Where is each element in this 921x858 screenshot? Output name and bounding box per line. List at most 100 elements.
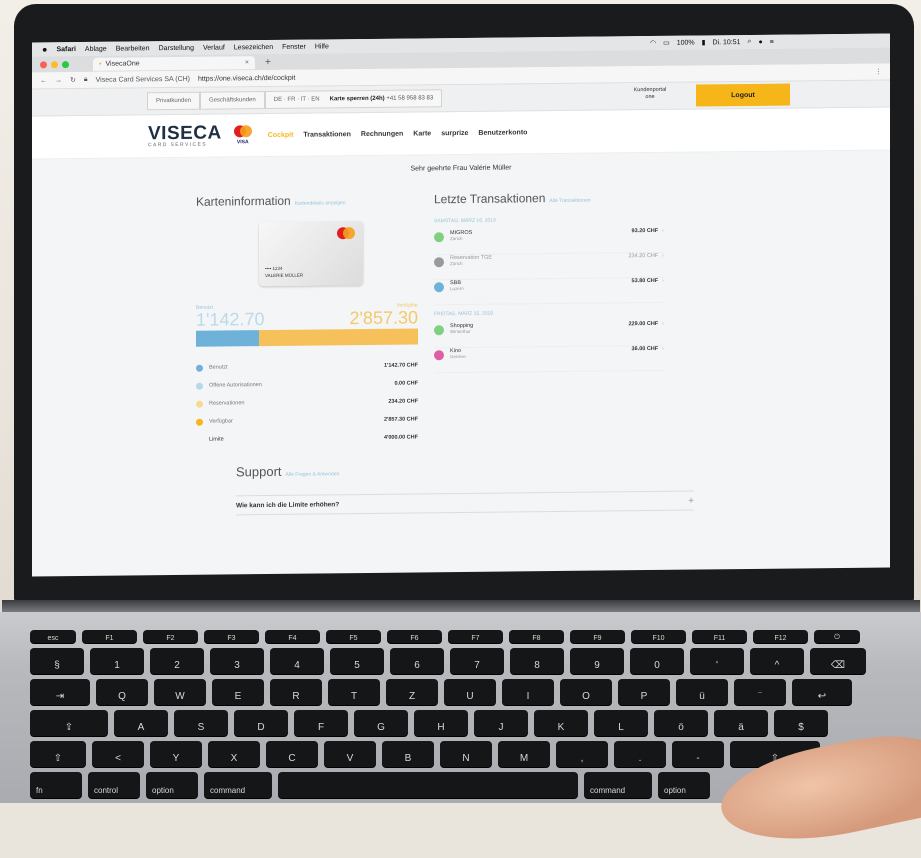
faq-link[interactable]: Alle Fragen & Antworten	[286, 471, 340, 478]
keyboard-key[interactable]: K	[534, 710, 588, 736]
keyboard-key[interactable]: H	[414, 710, 468, 736]
keyboard-key[interactable]: E	[212, 679, 264, 705]
spotlight-icon[interactable]: ⌕	[748, 38, 752, 46]
keyboard-key[interactable]: F12	[753, 630, 808, 643]
credit-card-image[interactable]: •••• 1234 VALERIE MÜLLER	[259, 221, 363, 287]
geschaeftskunden-button[interactable]: Geschäftskunden	[200, 91, 265, 110]
transaction-row[interactable]: Kino Genève 36.00 CHF ›	[434, 345, 664, 374]
close-tab-icon[interactable]: ×	[245, 59, 249, 66]
keyboard-key[interactable]: ü	[676, 679, 728, 705]
keyboard-key[interactable]: F10	[631, 630, 686, 643]
keyboard-key[interactable]: R	[270, 679, 322, 705]
keyboard-key[interactable]: O	[560, 679, 612, 705]
keyboard-key[interactable]: T	[328, 679, 380, 705]
keyboard-key[interactable]: F1	[82, 630, 137, 643]
keyboard-key[interactable]: J	[474, 710, 528, 736]
airplay-icon[interactable]: ▭	[663, 39, 670, 47]
menu-app[interactable]: Safari	[56, 46, 75, 53]
keyboard-key[interactable]: Z	[386, 679, 438, 705]
menu-fenster[interactable]: Fenster	[282, 43, 306, 50]
keyboard-key[interactable]: ⌫	[810, 648, 866, 674]
apple-icon[interactable]: ●	[42, 44, 47, 54]
keyboard-key[interactable]: §	[30, 648, 84, 674]
keyboard-key[interactable]: F6	[387, 630, 442, 643]
keyboard-key[interactable]: F3	[204, 630, 259, 643]
keyboard-key[interactable]: ö	[654, 710, 708, 736]
keyboard-key[interactable]: Y	[150, 741, 202, 767]
fullscreen-window-icon[interactable]	[62, 60, 69, 68]
privatkunden-button[interactable]: Privatkunden	[147, 91, 201, 111]
keyboard-key[interactable]: F5	[326, 630, 381, 643]
keyboard-key[interactable]: M	[498, 741, 550, 767]
keyboard-key[interactable]: .	[614, 741, 666, 767]
all-transactions-link[interactable]: Alle Transaktionen	[549, 198, 590, 204]
keyboard-key[interactable]: P	[618, 679, 670, 705]
keyboard-key[interactable]: Q	[96, 679, 148, 705]
keyboard-key[interactable]: G	[354, 710, 408, 736]
transaction-row[interactable]: MIGROS Zürich 93.20 CHF ›	[434, 227, 664, 256]
keyboard-key[interactable]: A	[114, 710, 168, 736]
keyboard-key[interactable]: ⏻	[814, 630, 860, 643]
menu-ablage[interactable]: Ablage	[85, 45, 107, 52]
nav-transaktionen[interactable]: Transaktionen	[303, 131, 350, 138]
keyboard-key[interactable]: C	[266, 741, 318, 767]
viseca-logo[interactable]: VISECA CARD SERVICES	[148, 123, 222, 149]
keyboard-key[interactable]: L	[594, 710, 648, 736]
keyboard-key[interactable]: ,	[556, 741, 608, 767]
reload-icon[interactable]: ↻	[70, 76, 76, 84]
keyboard-key[interactable]: 1	[90, 648, 144, 674]
menu-hilfe[interactable]: Hilfe	[315, 43, 329, 50]
keyboard-key[interactable]: <	[92, 741, 144, 767]
keyboard-key[interactable]: ^	[750, 648, 804, 674]
menu-darstellung[interactable]: Darstellung	[159, 44, 194, 51]
browser-tab[interactable]: ▪ VisecaOne ×	[93, 55, 255, 71]
keyboard-key[interactable]: '	[690, 648, 744, 674]
address-field[interactable]: https://one.viseca.ch/de/cockpit	[198, 74, 295, 82]
keyboard-key[interactable]: esc	[30, 630, 76, 643]
expand-plus-icon[interactable]: +	[688, 495, 694, 506]
keyboard-key[interactable]: 5	[330, 648, 384, 674]
keyboard-key[interactable]: option	[658, 772, 710, 798]
menu-lesezeichen[interactable]: Lesezeichen	[234, 43, 273, 50]
nav-cockpit[interactable]: Cockpit	[268, 131, 294, 138]
keyboard-key[interactable]: F2	[143, 630, 198, 643]
keyboard-key[interactable]: 6	[390, 648, 444, 674]
keyboard-key[interactable]: ⇥	[30, 679, 90, 705]
logout-button[interactable]: Logout	[696, 83, 790, 107]
keyboard-key[interactable]: 7	[450, 648, 504, 674]
keyboard-key[interactable]: option	[146, 772, 198, 798]
nav-surprize[interactable]: surprize	[441, 129, 468, 136]
keyboard-key[interactable]: F7	[448, 630, 503, 643]
nav-rechnungen[interactable]: Rechnungen	[361, 130, 403, 137]
keyboard-key[interactable]: 0	[630, 648, 684, 674]
browser-menu-icon[interactable]: ⋮	[875, 68, 882, 76]
faq-item[interactable]: Wie kann ich die Limite erhöhen? +	[236, 490, 694, 516]
language-switcher[interactable]: DE · FR · IT · EN Karte sperren (24h) +4…	[264, 89, 443, 110]
keyboard-key[interactable]: ⇪	[30, 710, 108, 736]
notification-center-icon[interactable]: ≡	[770, 38, 774, 45]
siri-icon[interactable]: ●	[758, 38, 762, 45]
keyboard-key[interactable]: F11	[692, 630, 747, 643]
keyboard-key[interactable]: F	[294, 710, 348, 736]
transaction-row[interactable]: Reservation TGE Zürich 234.20 CHF ›	[434, 252, 664, 281]
menu-verlauf[interactable]: Verlauf	[203, 44, 225, 51]
keyboard-key[interactable]: fn	[30, 772, 82, 798]
keyboard-key[interactable]: command	[584, 772, 652, 798]
keyboard-key[interactable]: command	[204, 772, 272, 798]
keyboard-key[interactable]: ä	[714, 710, 768, 736]
new-tab-icon[interactable]: +	[265, 56, 271, 67]
keyboard-key[interactable]: U	[444, 679, 496, 705]
keyboard-key[interactable]: I	[502, 679, 554, 705]
keyboard-key[interactable]: S	[174, 710, 228, 736]
keyboard-key[interactable]: F4	[265, 630, 320, 643]
keyboard-key[interactable]: ↩	[792, 679, 852, 705]
keyboard-key[interactable]: W	[154, 679, 206, 705]
card-details-link[interactable]: Kartendetails anzeigen	[295, 200, 346, 207]
keyboard-key[interactable]: N	[440, 741, 492, 767]
keyboard-key[interactable]: 9	[570, 648, 624, 674]
keyboard-key[interactable]: $	[774, 710, 828, 736]
transaction-row[interactable]: Shopping Winterthur 229.00 CHF ›	[434, 320, 664, 349]
kundenportal-label[interactable]: Kundenportal one	[630, 87, 670, 101]
menu-bearbeiten[interactable]: Bearbeiten	[116, 45, 150, 52]
keyboard-key[interactable]: -	[672, 741, 724, 767]
